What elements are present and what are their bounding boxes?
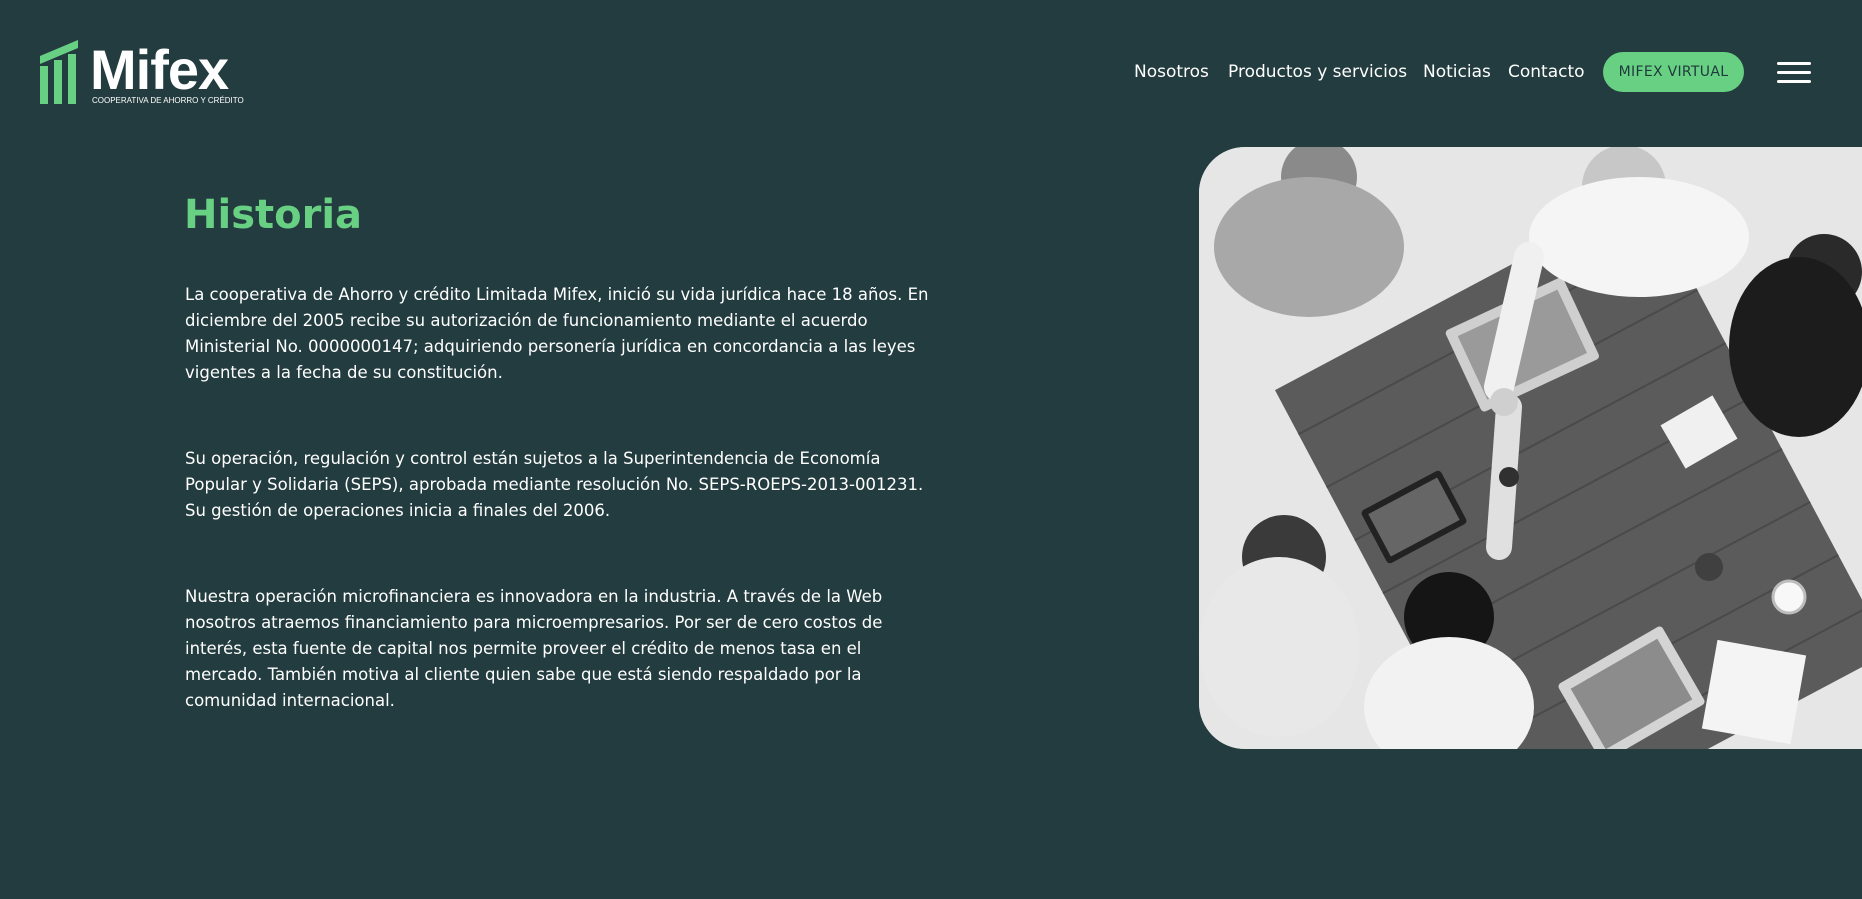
brand-name: Mifex [90, 38, 229, 101]
page-title: Historia [184, 192, 363, 238]
nav-link-noticias[interactable]: Noticias [1423, 62, 1491, 82]
hamburger-menu-icon[interactable] [1777, 62, 1811, 84]
history-paragraph-1: La cooperativa de Ahorro y crédito Limit… [185, 285, 929, 382]
mifex-virtual-button[interactable]: MIFEX VIRTUAL [1603, 52, 1744, 92]
logo-bars-icon [40, 40, 78, 104]
brand-tagline: COOPERATIVA DE AHORRO Y CRÉDITO [92, 96, 244, 105]
site-header: Mifex COOPERATIVA DE AHORRO Y CRÉDITO No… [0, 0, 1862, 140]
nav-link-nosotros[interactable]: Nosotros [1134, 62, 1209, 82]
nav-link-productos-y-servicios[interactable]: Productos y servicios [1228, 62, 1407, 82]
history-paragraph-2: Su operación, regulación y control están… [185, 449, 924, 520]
history-paragraph-3: Nuestra operación microfinanciera es inn… [185, 587, 883, 710]
brand-logo[interactable]: Mifex COOPERATIVA DE AHORRO Y CRÉDITO [38, 38, 248, 108]
nav-link-contacto[interactable]: Contacto [1508, 62, 1585, 82]
team-meeting-photo [1199, 147, 1862, 749]
team-meeting-image [1199, 147, 1862, 749]
